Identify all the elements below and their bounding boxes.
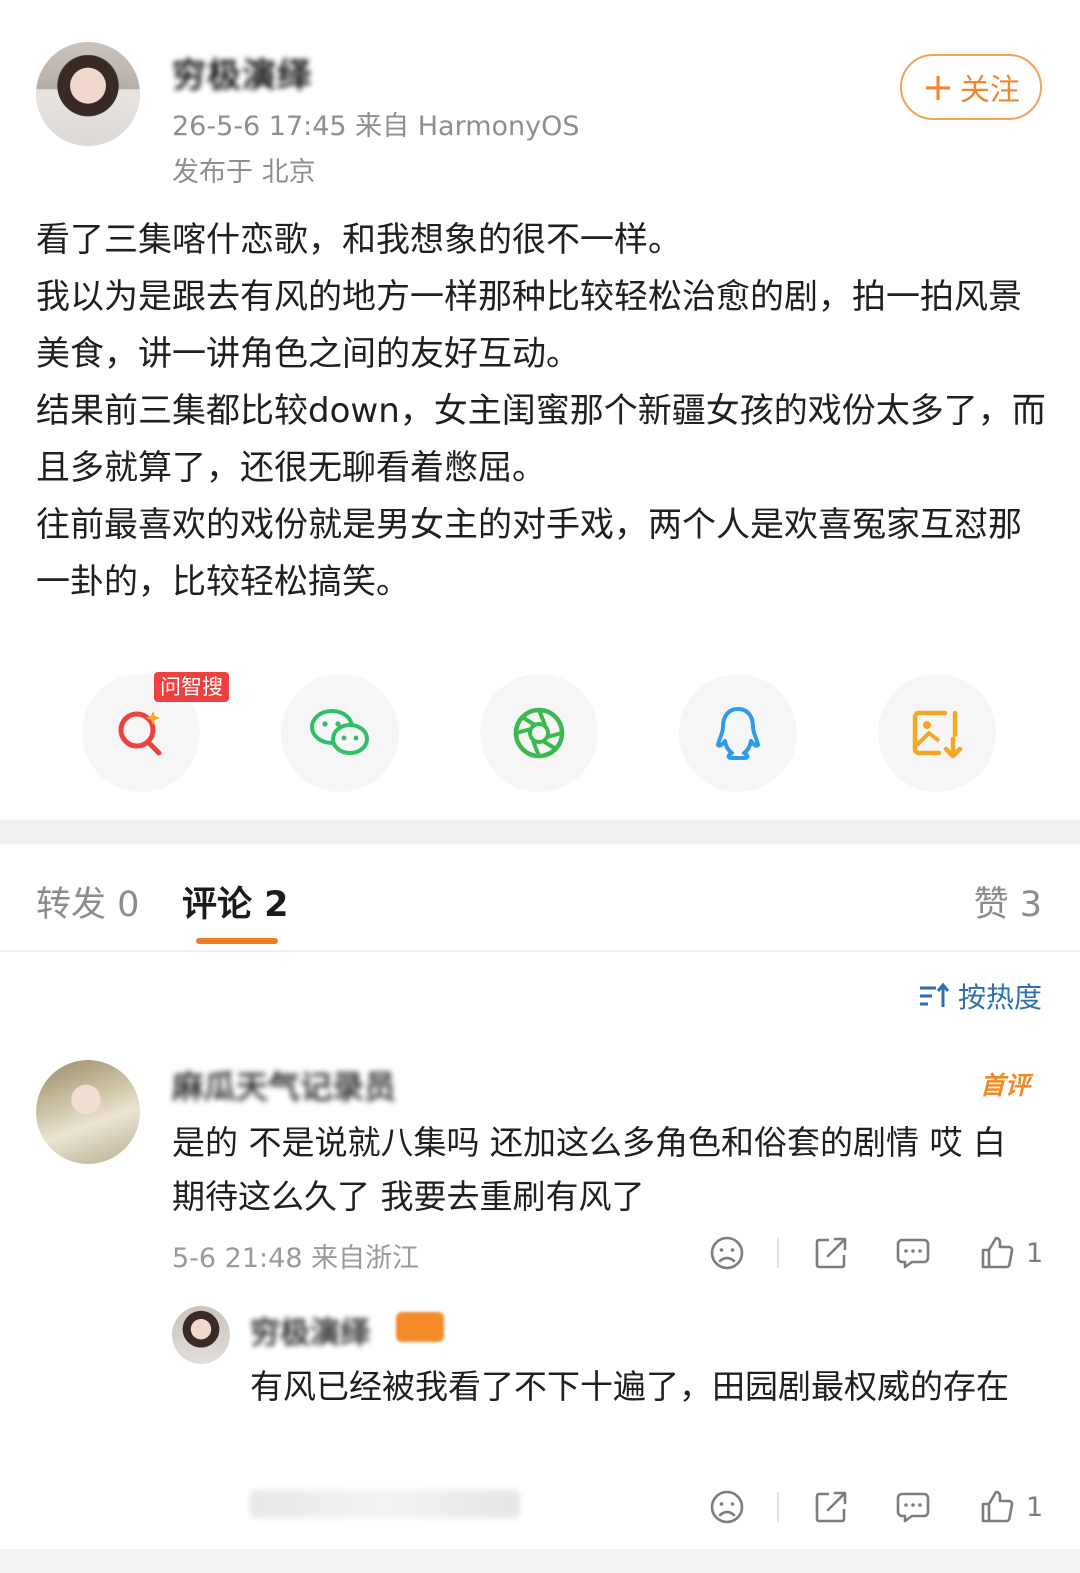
save-image-button[interactable] — [878, 674, 996, 792]
post-paragraph: 往前最喜欢的戏份就是男女主的对手戏，两个人是欢喜冤家互怼那一卦的，比较轻松搞笑。 — [36, 505, 1022, 602]
sort-icon — [919, 982, 950, 1007]
share-button[interactable] — [812, 1234, 850, 1272]
follow-button[interactable]: + 关注 — [900, 54, 1042, 120]
post-paragraph: 看了三集喀什恋歌，和我想象的很不一样。 — [36, 220, 682, 260]
reply-author-name[interactable]: 穷极演绎 — [250, 1308, 370, 1352]
comment-bubble-icon — [896, 1492, 930, 1523]
reply-text: 有风已经被我看了不下十遍了，田园剧最权威的存在 — [250, 1367, 1009, 1406]
sad-face-icon — [710, 1490, 744, 1524]
like-button[interactable]: 1 — [978, 1234, 1043, 1272]
comment-meta: 5-6 21:48 来自浙江 — [172, 1243, 420, 1274]
post-location: 发布于 北京 — [172, 157, 316, 188]
reply-dislike-button[interactable] — [708, 1488, 746, 1526]
share-icon — [815, 1237, 847, 1269]
bottom-divider — [0, 1549, 1080, 1573]
smart-search-icon — [118, 711, 162, 756]
author-name[interactable]: 穷极演绎 — [172, 48, 312, 97]
post-paragraph: 我以为是跟去有风的地方一样那种比较轻松治愈的剧，拍一拍风景美食，讲一讲角色之间的… — [36, 277, 1022, 374]
wechat-icon — [310, 709, 369, 755]
thumbs-up-icon — [981, 1490, 1014, 1523]
tab-comments[interactable]: 评论 2 — [182, 876, 289, 927]
comment-bubble-icon — [896, 1238, 930, 1269]
post-body: 看了三集喀什恋歌，和我想象的很不一样。 我以为是跟去有风的地方一样那种比较轻松治… — [36, 212, 1046, 611]
reply-button[interactable] — [894, 1234, 932, 1272]
sort-button[interactable]: 按热度 — [918, 976, 1042, 1016]
reply-reply-button[interactable] — [894, 1488, 932, 1526]
sort-label: 按热度 — [957, 981, 1042, 1014]
first-comment-badge: 首评 — [980, 1071, 1031, 1100]
reply-meta-blurred — [250, 1490, 520, 1518]
author-badge — [396, 1312, 444, 1342]
reply-like-button[interactable]: 1 — [978, 1488, 1043, 1526]
like-count: 1 — [1026, 1491, 1044, 1523]
qq-share-button[interactable] — [679, 674, 797, 792]
comment-text: 是的 不是说就八集吗 还加这么多角色和俗套的剧情 哎 白期待这么久了 我要去重刷… — [172, 1123, 1006, 1216]
wechat-share-button[interactable] — [281, 674, 399, 792]
follow-label: 关注 — [959, 73, 1020, 108]
commenter-avatar[interactable] — [36, 1060, 140, 1164]
moments-share-button[interactable] — [480, 674, 598, 792]
plus-icon: + — [922, 65, 954, 109]
post-meta: 26-5-6 17:45 来自 HarmonyOS — [172, 111, 580, 142]
author-avatar[interactable] — [36, 42, 140, 146]
thumbs-up-icon — [981, 1236, 1014, 1269]
reply-author-avatar[interactable] — [172, 1306, 230, 1364]
tabs-divider — [0, 950, 1080, 952]
tab-likes[interactable]: 赞 3 — [974, 876, 1042, 927]
share-icon — [815, 1491, 847, 1523]
like-count: 1 — [1026, 1237, 1044, 1269]
commenter-name[interactable]: 麻瓜天气记录员 — [172, 1062, 396, 1108]
dislike-button[interactable] — [708, 1234, 746, 1272]
tab-repost[interactable]: 转发 0 — [36, 876, 139, 927]
post-paragraph: 结果前三集都比较down，女主闺蜜那个新疆女孩的戏份太多了，而且多就算了，还很无… — [36, 391, 1046, 488]
action-separator — [777, 1238, 779, 1268]
wenzhi-tag: 问智搜 — [154, 672, 229, 702]
active-tab-indicator — [196, 938, 278, 944]
save-image-icon — [912, 710, 963, 759]
action-separator — [777, 1492, 779, 1522]
moments-icon — [513, 707, 565, 759]
section-divider — [0, 820, 1080, 844]
reply-share-button[interactable] — [812, 1488, 850, 1526]
qq-icon — [716, 707, 760, 760]
sad-face-icon — [710, 1236, 744, 1270]
